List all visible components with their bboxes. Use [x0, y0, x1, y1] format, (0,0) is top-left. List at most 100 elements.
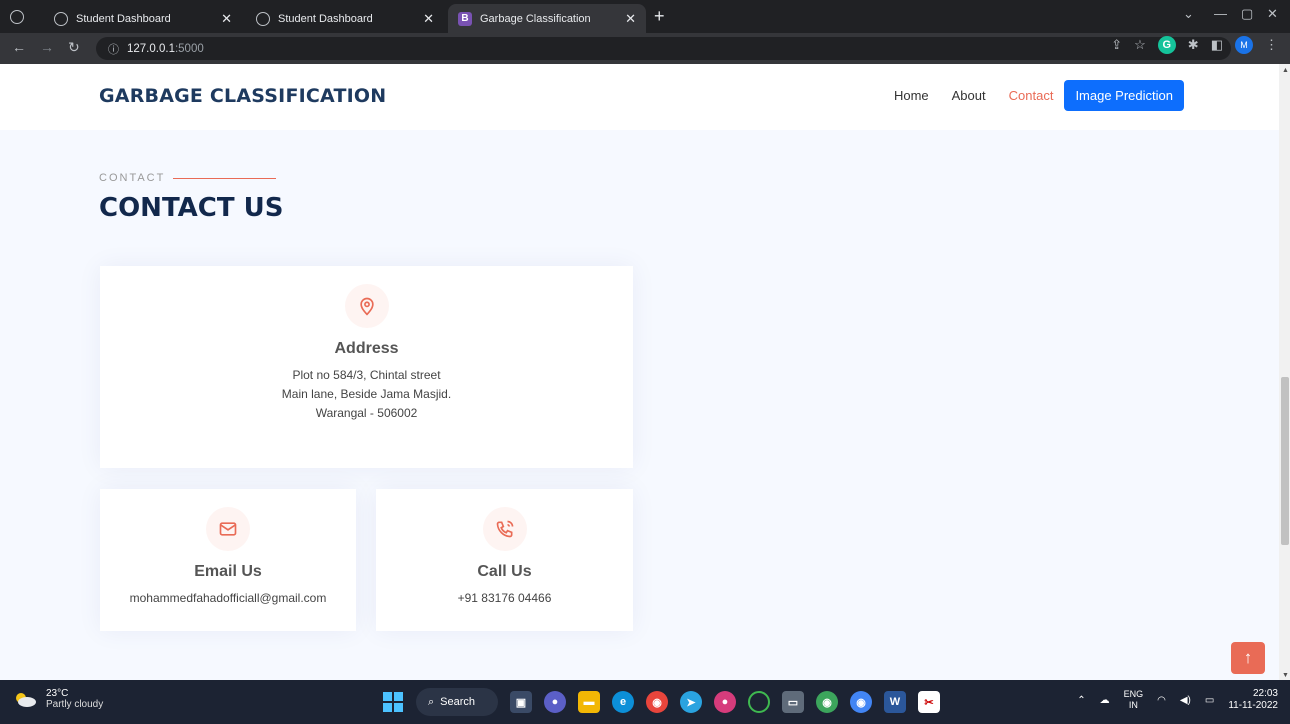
- app-circle-icon[interactable]: [748, 691, 770, 713]
- bootstrap-icon: B: [458, 11, 472, 26]
- close-tab-icon[interactable]: ✕: [625, 11, 636, 27]
- url-host: 127.0.0.1: [127, 42, 175, 55]
- contact-section: CONTACT CONTACT US Address Plot no 584/3…: [0, 130, 1279, 680]
- chrome-profile-2-icon[interactable]: ◉: [850, 691, 872, 713]
- telegram-icon[interactable]: ➤: [680, 691, 702, 713]
- address-heading: Address: [334, 340, 399, 357]
- section-title: CONTACT US: [99, 193, 284, 223]
- weather-temp: 23°C: [46, 688, 69, 699]
- wifi-icon[interactable]: ◠: [1157, 695, 1166, 706]
- profile-avatar[interactable]: M: [1235, 36, 1253, 54]
- app-pink-icon[interactable]: ●: [714, 691, 736, 713]
- keyboard-app-icon[interactable]: ▭: [782, 691, 804, 713]
- nav-about[interactable]: About: [952, 88, 986, 103]
- tab-student-dashboard-1[interactable]: Student Dashboard ✕: [44, 4, 242, 33]
- lang-primary: ENG: [1123, 689, 1144, 699]
- close-tab-icon[interactable]: ✕: [221, 11, 232, 27]
- tab-search-icon[interactable]: [10, 10, 24, 24]
- email-card: Email Us mohammedfahadofficiall@gmail.co…: [100, 489, 356, 631]
- back-icon[interactable]: ←: [12, 39, 26, 55]
- taskbar-search[interactable]: ⌕ Search: [416, 688, 498, 716]
- chrome-profile-icon[interactable]: ◉: [816, 691, 838, 713]
- partly-cloudy-icon: [12, 690, 38, 708]
- clock[interactable]: 22:03 11-11-2022: [1228, 688, 1278, 712]
- call-heading: Call Us: [477, 563, 532, 580]
- toolbar-right: ⇪ ☆ G ✱ ◧ M ⋮: [1111, 36, 1278, 54]
- scroll-up-icon[interactable]: ▲: [1282, 67, 1289, 74]
- nav-home[interactable]: Home: [894, 88, 929, 103]
- close-window-icon[interactable]: ✕: [1267, 6, 1278, 22]
- address-line-2: Main lane, Beside Jama Masjid.: [281, 387, 452, 401]
- tab-title: Student Dashboard: [76, 12, 171, 25]
- chrome-icon[interactable]: ◉: [646, 691, 668, 713]
- share-icon[interactable]: ⇪: [1111, 37, 1122, 53]
- browser-toolbar: ← → ↻ ⓘ 127.0.0.1:5000 ⇪ ☆ G ✱ ◧ M ⋮: [0, 33, 1290, 64]
- extensions-puzzle-icon[interactable]: ✱: [1188, 37, 1199, 53]
- minimize-icon[interactable]: —: [1214, 6, 1227, 21]
- tab-title: Garbage Classification: [480, 12, 591, 25]
- forward-icon[interactable]: →: [40, 39, 54, 55]
- lang-region: IN: [1128, 700, 1138, 710]
- grammarly-extension-icon[interactable]: G: [1157, 36, 1176, 54]
- clock-date: 11-11-2022: [1228, 700, 1278, 711]
- map-pin-icon: [344, 284, 389, 328]
- weather-widget[interactable]: 23°C Partly cloudy: [12, 688, 103, 710]
- section-eyebrow: CONTACT: [99, 172, 277, 184]
- scrollbar-thumb[interactable]: [1281, 377, 1289, 545]
- onedrive-icon[interactable]: ☁: [1100, 695, 1110, 706]
- site-logo[interactable]: GARBAGE CLASSIFICATION: [99, 85, 386, 107]
- new-tab-icon[interactable]: +: [654, 6, 665, 27]
- search-icon: ⌕: [428, 695, 435, 708]
- task-view-icon[interactable]: ▣: [510, 691, 532, 713]
- tab-search-chevron-icon[interactable]: ⌄: [1183, 6, 1194, 22]
- site-nav: Home About Contact Image Prediction: [894, 80, 1184, 111]
- page-scrollbar[interactable]: ▲ ▼: [1279, 64, 1290, 680]
- scroll-down-icon[interactable]: ▼: [1282, 672, 1289, 679]
- snipping-app-icon[interactable]: ✂: [918, 691, 940, 713]
- weather-desc: Partly cloudy: [46, 699, 104, 710]
- nav-contact[interactable]: Contact: [1009, 88, 1054, 103]
- page-viewport: GARBAGE CLASSIFICATION Home About Contac…: [0, 64, 1290, 680]
- back-to-top-button[interactable]: ↑: [1231, 642, 1265, 674]
- globe-icon: [54, 11, 68, 26]
- email-heading: Email Us: [194, 563, 262, 580]
- eyebrow-divider: [173, 177, 277, 179]
- reload-icon[interactable]: ↻: [68, 39, 80, 56]
- bookmark-star-icon[interactable]: ☆: [1134, 37, 1146, 53]
- address-line-3: Warangal - 506002: [315, 406, 418, 420]
- menu-kebab-icon[interactable]: ⋮: [1265, 37, 1278, 53]
- tray-chevron-icon[interactable]: ⌃: [1077, 695, 1085, 706]
- address-text: Plot no 584/3, Chintal street Main lane,…: [100, 366, 633, 423]
- image-prediction-button[interactable]: Image Prediction: [1064, 80, 1184, 111]
- site-header: GARBAGE CLASSIFICATION Home About Contac…: [0, 64, 1279, 130]
- envelope-icon: [206, 507, 250, 551]
- teams-chat-icon[interactable]: ●: [544, 691, 566, 713]
- tab-garbage-classification[interactable]: B Garbage Classification ✕: [448, 4, 646, 33]
- address-bar[interactable]: ⓘ 127.0.0.1:5000: [96, 37, 1231, 60]
- edge-icon[interactable]: e: [612, 691, 634, 713]
- site-info-icon[interactable]: ⓘ: [108, 41, 119, 57]
- taskbar-apps: ⌕ Search ▣ ● ▬ e ◉ ➤ ● ▭ ◉ ◉ W ✂: [382, 688, 940, 716]
- system-tray: ⌃ ☁ ENG IN ◠ ◀) ▭ 22:03 11-11-2022: [1077, 688, 1278, 712]
- windows-start-icon[interactable]: [382, 691, 404, 713]
- language-indicator[interactable]: ENG IN: [1124, 689, 1144, 711]
- tab-title: Student Dashboard: [278, 12, 373, 25]
- restore-icon[interactable]: ▢: [1241, 6, 1253, 22]
- call-card: Call Us +91 83176 04466: [376, 489, 633, 631]
- windows-taskbar: 23°C Partly cloudy ⌕ Search ▣ ● ▬ e ◉ ➤ …: [0, 680, 1290, 724]
- side-panel-icon[interactable]: ◧: [1211, 37, 1223, 53]
- close-tab-icon[interactable]: ✕: [423, 11, 434, 27]
- volume-icon[interactable]: ◀): [1180, 695, 1191, 706]
- eyebrow-text: CONTACT: [99, 172, 166, 184]
- word-icon[interactable]: W: [884, 691, 906, 713]
- tab-student-dashboard-2[interactable]: Student Dashboard ✕: [246, 4, 444, 33]
- url-port: :5000: [174, 42, 204, 55]
- file-explorer-icon[interactable]: ▬: [578, 691, 600, 713]
- browser-tab-strip: Student Dashboard ✕ Student Dashboard ✕ …: [0, 0, 1290, 33]
- battery-icon[interactable]: ▭: [1205, 695, 1214, 706]
- email-value[interactable]: mohammedfahadofficiall@gmail.com: [100, 589, 356, 608]
- arrow-up-icon: ↑: [1243, 648, 1253, 667]
- phone-value[interactable]: +91 83176 04466: [376, 589, 633, 608]
- clock-time: 22:03: [1252, 688, 1278, 699]
- globe-icon: [256, 11, 270, 26]
